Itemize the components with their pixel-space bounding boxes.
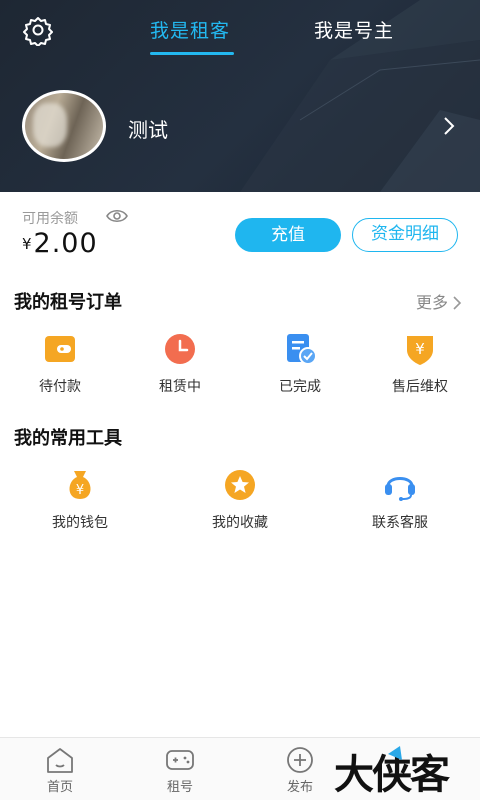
chevron-right-icon (444, 117, 455, 135)
gamepad-icon (166, 750, 194, 770)
balance-amount: ¥2.00 (22, 228, 98, 259)
watermark-logo: 大侠客 (330, 740, 480, 800)
wallet-icon (45, 336, 75, 362)
tab-tenant[interactable]: 我是租客 (150, 16, 230, 43)
money-bag-icon: ¥ (69, 471, 91, 499)
recharge-button[interactable]: 充值 (235, 218, 341, 252)
currency-symbol: ¥ (22, 235, 32, 253)
order-label: 已完成 (279, 379, 321, 395)
chevron-right-icon (453, 296, 462, 310)
order-label: 待付款 (39, 379, 81, 395)
username: 测试 (128, 118, 168, 142)
plus-circle-icon (287, 747, 313, 773)
watermark-logo-graphic: 大侠客 (334, 746, 452, 798)
profile-header: 我是租客 我是号主 测试 (0, 0, 480, 192)
nav-rent[interactable]: 租号 (150, 746, 210, 795)
gear-icon[interactable] (22, 14, 54, 46)
nav-label: 租号 (166, 780, 193, 795)
role-tabs: 我是租客 我是号主 (0, 0, 480, 60)
nav-label: 发布 (286, 780, 313, 795)
tool-label: 联系客服 (372, 515, 428, 531)
nav-publish[interactable]: 发布 (270, 746, 330, 795)
balance-label: 可用余额 (22, 211, 78, 227)
yuan-shield-icon: ¥ (407, 336, 433, 365)
order-pending-payment[interactable]: 待付款 (0, 332, 120, 396)
more-label: 更多 (415, 293, 448, 312)
headset-icon (385, 477, 415, 501)
order-after-sales[interactable]: ¥ 售后维权 (360, 332, 480, 396)
order-label: 租赁中 (159, 379, 201, 395)
tool-favorites[interactable]: 我的收藏 (180, 468, 300, 532)
svg-text:¥: ¥ (415, 340, 425, 358)
document-check-icon (287, 334, 317, 365)
clock-icon (165, 334, 195, 364)
tools-section-title: 我的常用工具 (14, 428, 122, 449)
tool-customer-service[interactable]: 联系客服 (340, 468, 460, 532)
svg-text:大侠客: 大侠客 (334, 752, 450, 798)
tab-owner[interactable]: 我是号主 (314, 16, 394, 43)
order-renting[interactable]: 租赁中 (120, 332, 240, 396)
fund-details-button[interactable]: 资金明细 (352, 218, 458, 252)
profile-row[interactable]: 测试 (0, 86, 480, 170)
balance-value: 2.00 (33, 228, 98, 259)
nav-home[interactable]: 首页 (30, 746, 90, 795)
avatar[interactable] (22, 90, 106, 162)
more-orders-link[interactable]: 更多 (416, 289, 462, 313)
eye-icon[interactable] (106, 208, 128, 224)
home-icon (47, 748, 73, 773)
tool-label: 我的收藏 (212, 515, 268, 531)
nav-label: 首页 (46, 780, 73, 795)
orders-section-title: 我的租号订单 (14, 292, 122, 313)
tool-wallet[interactable]: ¥ 我的钱包 (20, 468, 140, 532)
active-tab-indicator (150, 52, 234, 55)
tool-label: 我的钱包 (52, 515, 108, 531)
order-label: 售后维权 (392, 379, 448, 395)
star-icon (225, 470, 255, 500)
order-completed[interactable]: 已完成 (240, 332, 360, 396)
svg-text:¥: ¥ (76, 483, 84, 498)
